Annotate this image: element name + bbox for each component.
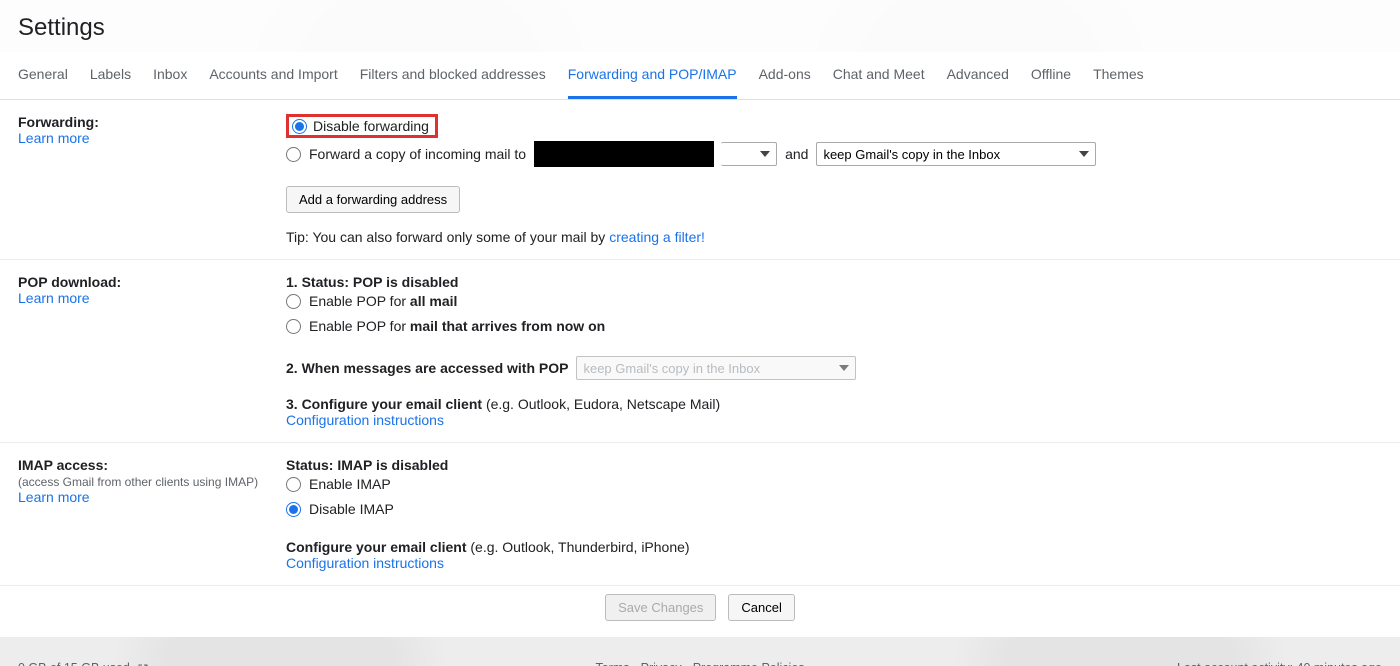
pop-configure-bold: 3. Configure your email client — [286, 396, 486, 412]
forwarding-tip-text: Tip: You can also forward only some of y… — [286, 229, 609, 245]
forwarding-label-col: Forwarding: Learn more — [18, 114, 286, 245]
page-header: Settings — [0, 0, 1400, 52]
imap-disable-label: Disable IMAP — [309, 501, 394, 517]
imap-label-col: IMAP access: (access Gmail from other cl… — [18, 457, 286, 571]
tab-offline[interactable]: Offline — [1031, 52, 1071, 99]
tab-inbox[interactable]: Inbox — [153, 52, 187, 99]
tab-forwarding-pop-imap[interactable]: Forwarding and POP/IMAP — [568, 52, 737, 99]
terms-link[interactable]: Terms — [595, 661, 629, 666]
settings-content: Forwarding: Learn more Disable forwardin… — [0, 100, 1400, 637]
pop-section: POP download: Learn more 1. Status: POP … — [0, 260, 1400, 443]
pop-enable-all-prefix: Enable POP for — [309, 293, 410, 309]
imap-status-prefix: Status: — [286, 457, 337, 473]
imap-controls: Status: IMAP is disabled Enable IMAP Dis… — [286, 457, 1382, 571]
forwarding-address-select[interactable] — [721, 142, 777, 166]
tab-accounts[interactable]: Accounts and Import — [209, 52, 337, 99]
pop-enable-all-bold: all mail — [410, 293, 457, 309]
tab-advanced[interactable]: Advanced — [947, 52, 1009, 99]
pop-configure-eg: (e.g. Outlook, Eudora, Netscape Mail) — [486, 396, 720, 412]
footer-links: Terms · Privacy · Programme Policies — [595, 661, 804, 666]
policies-link[interactable]: Programme Policies — [693, 661, 805, 666]
footer: 0 GB of 15 GB used Terms · Privacy · Pro… — [0, 637, 1400, 666]
privacy-link[interactable]: Privacy — [641, 661, 682, 666]
tab-themes[interactable]: Themes — [1093, 52, 1144, 99]
cancel-button[interactable]: Cancel — [728, 594, 794, 621]
pop-enable-new-bold: mail that arrives from now on — [410, 318, 605, 334]
pop-configure-row: 3. Configure your email client (e.g. Out… — [286, 396, 1382, 412]
forward-and-text: and — [785, 146, 808, 162]
imap-disable-radio[interactable] — [286, 502, 301, 517]
save-cancel-row: Save Changes Cancel — [0, 586, 1400, 625]
add-forwarding-address-button[interactable]: Add a forwarding address — [286, 186, 460, 213]
pop-action-select: keep Gmail's copy in the Inbox — [576, 356, 856, 380]
pop-title: POP download: — [18, 274, 121, 290]
pop-status-value: POP is disabled — [353, 274, 459, 290]
pop-config-instructions-link[interactable]: Configuration instructions — [286, 412, 444, 428]
imap-config-instructions-link[interactable]: Configuration instructions — [286, 555, 444, 571]
imap-subtitle: (access Gmail from other clients using I… — [18, 475, 286, 489]
pop-enable-all-radio[interactable] — [286, 294, 301, 309]
forwarding-title: Forwarding: — [18, 114, 99, 130]
storage-text: 0 GB of 15 GB used — [18, 661, 130, 666]
save-changes-button: Save Changes — [605, 594, 716, 621]
pop-enable-new-prefix: Enable POP for — [309, 318, 410, 334]
tab-chat-meet[interactable]: Chat and Meet — [833, 52, 925, 99]
imap-section: IMAP access: (access Gmail from other cl… — [0, 443, 1400, 586]
forwarding-learn-more-link[interactable]: Learn more — [18, 130, 90, 146]
forwarding-section: Forwarding: Learn more Disable forwardin… — [0, 100, 1400, 260]
forwarding-tip: Tip: You can also forward only some of y… — [286, 229, 1382, 245]
disable-forwarding-radio[interactable] — [292, 119, 307, 134]
footer-activity: Last account activity: 40 minutes ago De… — [1177, 661, 1382, 666]
forwarding-address-redacted — [534, 141, 714, 167]
pop-when-accessed-label: 2. When messages are accessed with POP — [286, 360, 568, 376]
forward-copy-radio[interactable] — [286, 147, 301, 162]
footer-storage: 0 GB of 15 GB used — [18, 661, 149, 666]
create-filter-link[interactable]: creating a filter! — [609, 229, 705, 245]
page-title: Settings — [18, 14, 1382, 42]
imap-configure-bold: Configure your email client — [286, 539, 470, 555]
forward-copy-prefix: Forward a copy of incoming mail to — [309, 146, 526, 162]
imap-status-value: IMAP is disabled — [337, 457, 448, 473]
settings-tabs: General Labels Inbox Accounts and Import… — [0, 52, 1400, 100]
imap-enable-radio[interactable] — [286, 477, 301, 492]
imap-title: IMAP access: — [18, 457, 108, 473]
imap-learn-more-link[interactable]: Learn more — [18, 489, 90, 505]
pop-status-prefix: 1. Status: — [286, 274, 353, 290]
pop-enable-new-radio[interactable] — [286, 319, 301, 334]
tab-labels[interactable]: Labels — [90, 52, 131, 99]
imap-configure-eg: (e.g. Outlook, Thunderbird, iPhone) — [470, 539, 689, 555]
imap-enable-label: Enable IMAP — [309, 476, 391, 492]
pop-status-row: 1. Status: POP is disabled — [286, 274, 1382, 290]
forwarding-controls: Disable forwarding Forward a copy of inc… — [286, 114, 1382, 245]
disable-forwarding-label: Disable forwarding — [313, 118, 429, 134]
pop-when-accessed-row: 2. When messages are accessed with POP k… — [286, 356, 1382, 380]
activity-text: Last account activity: 40 minutes ago — [1177, 661, 1382, 666]
imap-status-row: Status: IMAP is disabled — [286, 457, 1382, 473]
tab-filters[interactable]: Filters and blocked addresses — [360, 52, 546, 99]
pop-label-col: POP download: Learn more — [18, 274, 286, 428]
pop-learn-more-link[interactable]: Learn more — [18, 290, 90, 306]
tab-general[interactable]: General — [18, 52, 68, 99]
disable-forwarding-highlight: Disable forwarding — [286, 114, 438, 138]
imap-configure-row: Configure your email client (e.g. Outloo… — [286, 539, 1382, 555]
forwarding-action-select[interactable]: keep Gmail's copy in the Inbox — [816, 142, 1096, 166]
tab-addons[interactable]: Add-ons — [759, 52, 811, 99]
pop-controls: 1. Status: POP is disabled Enable POP fo… — [286, 274, 1382, 428]
